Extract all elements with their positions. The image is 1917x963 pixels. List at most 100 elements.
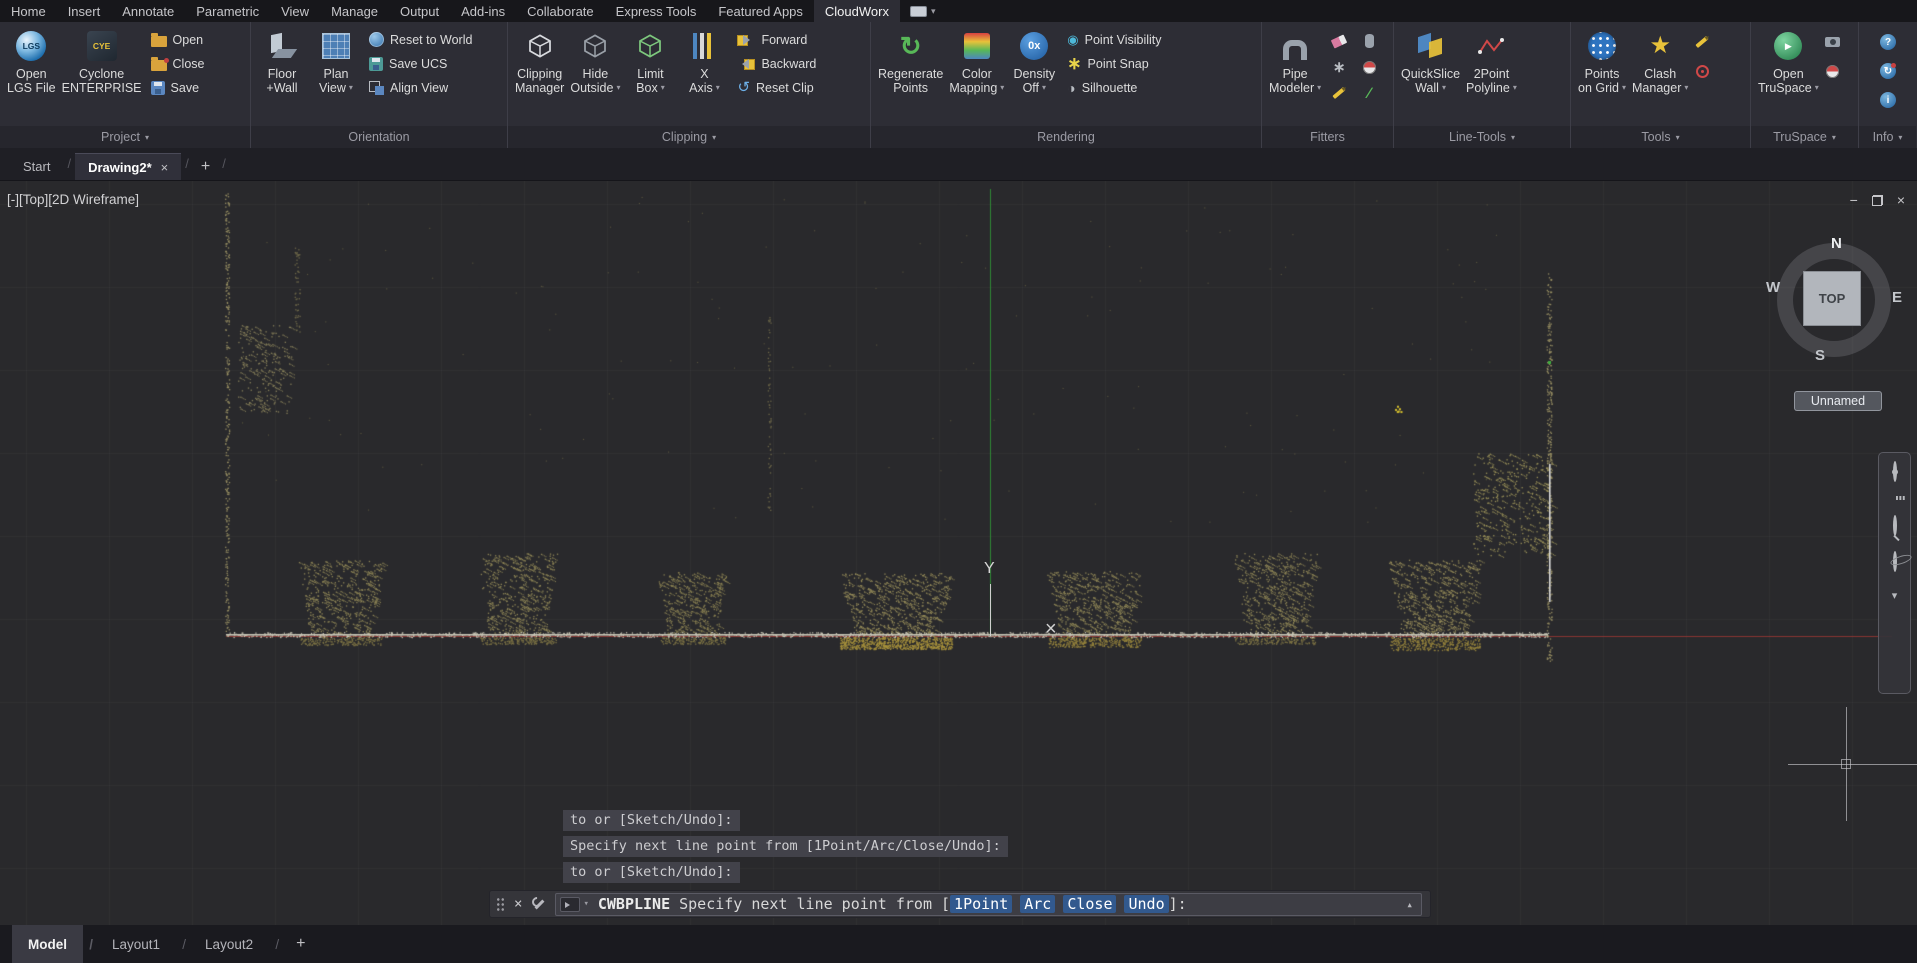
viewcube-north[interactable]: N (1831, 235, 1842, 252)
panel-label-text: Orientation (348, 130, 409, 144)
command-option-button[interactable]: Close (1063, 895, 1116, 913)
fit-settings-button[interactable]: ∗ (1328, 57, 1350, 77)
menu-tab[interactable]: Home (0, 0, 57, 22)
command-option-button[interactable]: 1Point (950, 895, 1012, 913)
floor-wall-button[interactable]: Floor +Wall (255, 24, 309, 124)
panel-label-fitters[interactable]: Fitters (1262, 126, 1393, 148)
menu-tab[interactable]: CloudWorx (814, 0, 900, 22)
x-axis-clip-button[interactable]: X Axis▾ (677, 24, 731, 124)
fit-sphere-button[interactable] (1358, 57, 1380, 77)
command-history-up-icon[interactable]: ▴ (1406, 898, 1413, 911)
save-ucs-button[interactable]: Save UCS (369, 55, 472, 72)
panel-label-truspace[interactable]: TruSpace ▾ (1751, 126, 1858, 148)
fit-pencil-button[interactable] (1328, 83, 1350, 103)
new-layout-button[interactable]: + (288, 935, 313, 953)
close-project-button[interactable]: Close (151, 55, 205, 72)
panel-label-info[interactable]: Info ▾ (1859, 126, 1916, 148)
recent-commands-button[interactable] (560, 897, 580, 912)
orbit-icon[interactable] (1893, 553, 1897, 571)
minimize-window-icon[interactable]: − (1850, 192, 1858, 208)
viewcube-south[interactable]: S (1815, 347, 1825, 364)
point-snap-button[interactable]: ∗ Point Snap (1067, 55, 1161, 72)
limit-box-button[interactable]: Limit Box▾ (623, 24, 677, 124)
menu-tab[interactable]: Featured Apps (707, 0, 814, 22)
fit-line-button[interactable]: ∕ (1358, 83, 1380, 103)
fit-cylinder-button[interactable] (1358, 31, 1380, 51)
density-off-button[interactable]: 0x Density Off▾ (1007, 24, 1061, 124)
cyclone-enterprise-button[interactable]: CYE Cyclone ENTERPRISE (59, 24, 145, 124)
clip-backward-button[interactable]: Backward (737, 55, 816, 72)
annotate-tool-button[interactable] (1691, 32, 1713, 52)
viewport-view-control[interactable]: [Top] (19, 192, 48, 207)
file-tab-start[interactable]: Start (10, 153, 63, 180)
save-project-button[interactable]: Save (151, 79, 205, 96)
target-tool-button[interactable] (1691, 61, 1713, 81)
reset-to-world-button[interactable]: Reset to World (369, 31, 472, 48)
open-lgs-file-button[interactable]: LGS Open LGS File (4, 24, 59, 124)
layout-tab[interactable]: Layout1 (96, 925, 176, 963)
layout-tab[interactable]: Layout2 (189, 925, 269, 963)
customize-wrench-icon[interactable] (531, 897, 546, 912)
two-point-polyline-button[interactable]: 2Point Polyline▾ (1463, 24, 1520, 124)
regenerate-points-button[interactable]: ↻ Regenerate Points (875, 24, 946, 124)
color-mapping-button[interactable]: Color Mapping▾ (946, 24, 1007, 124)
help-button[interactable]: ? (1877, 32, 1899, 52)
points-on-grid-button[interactable]: Points on Grid▾ (1575, 24, 1629, 124)
file-tab-drawing2[interactable]: Drawing2* × (75, 153, 181, 180)
plan-view-button[interactable]: Plan View▾ (309, 24, 363, 124)
silhouette-button[interactable]: ◑ Silhouette (1067, 79, 1161, 96)
pipe-modeler-button[interactable]: Pipe Modeler▾ (1266, 24, 1324, 124)
panel-label-orientation[interactable]: Orientation (251, 126, 507, 148)
viewport-menu-control[interactable]: [-] (7, 192, 19, 207)
command-option-button[interactable]: Arc (1020, 895, 1055, 913)
menu-tab[interactable]: Output (389, 0, 450, 22)
hide-outside-button[interactable]: Hide Outside▾ (567, 24, 623, 124)
about-button[interactable]: i (1877, 90, 1899, 110)
align-view-button[interactable]: Align View (369, 79, 472, 96)
command-input[interactable]: ▾ CWBPLINE Specify next line point from … (555, 893, 1422, 916)
zoom-icon[interactable] (1893, 517, 1897, 535)
panel-label-rendering[interactable]: Rendering (871, 126, 1261, 148)
command-option-button[interactable]: Undo (1124, 895, 1168, 913)
point-visibility-button[interactable]: ◉ Point Visibility (1067, 31, 1161, 48)
menu-tab[interactable]: Manage (320, 0, 389, 22)
close-window-icon[interactable]: × (1897, 192, 1905, 208)
menu-tab[interactable]: Insert (57, 0, 112, 22)
menu-tab[interactable]: Collaborate (516, 0, 605, 22)
clipping-manager-button[interactable]: Clipping Manager (512, 24, 567, 124)
open-project-button[interactable]: Open (151, 31, 205, 48)
viewcube-west[interactable]: W (1766, 279, 1780, 296)
clip-forward-button[interactable]: Forward (737, 31, 816, 48)
navbar-menu-icon[interactable]: ▾ (1892, 589, 1898, 602)
menu-tab[interactable]: Annotate (111, 0, 185, 22)
eraser-tool-button[interactable] (1328, 31, 1350, 51)
new-drawing-button[interactable]: + (193, 153, 218, 180)
ribbon-display-toggle[interactable]: ▾ (900, 0, 946, 22)
layout-tab[interactable]: Model (12, 925, 83, 963)
drag-grip-icon[interactable] (496, 897, 505, 912)
panel-label-tools[interactable]: Tools ▾ (1571, 126, 1750, 148)
check-updates-button[interactable]: ↻ (1877, 61, 1899, 81)
truspace-sync-button[interactable] (1822, 61, 1844, 81)
open-truspace-button[interactable]: ▶ Open TruSpace▾ (1755, 24, 1822, 124)
truspace-camera-button[interactable] (1822, 32, 1844, 52)
panel-label-line-tools[interactable]: Line-Tools ▾ (1394, 126, 1570, 148)
restore-window-icon[interactable] (1872, 195, 1883, 206)
viewport-visual-style-control[interactable]: [2D Wireframe] (48, 192, 139, 207)
panel-label-clipping[interactable]: Clipping ▾ (508, 126, 870, 148)
ucs-selector-button[interactable]: Unnamed (1794, 391, 1882, 411)
close-tab-icon[interactable]: × (161, 160, 169, 175)
clash-manager-button[interactable]: ★ Clash Manager▾ (1629, 24, 1691, 124)
menu-tab[interactable]: Parametric (185, 0, 270, 22)
quickslice-wall-button[interactable]: QuickSlice Wall▾ (1398, 24, 1463, 124)
full-navigation-wheel-icon[interactable] (1893, 463, 1897, 481)
menu-tab[interactable]: Express Tools (605, 0, 708, 22)
panel-label-project[interactable]: Project ▾ (0, 126, 250, 148)
viewcube-top-face[interactable]: TOP (1803, 271, 1861, 326)
menu-tab[interactable]: View (270, 0, 320, 22)
close-command-icon[interactable]: × (514, 896, 522, 912)
viewcube-east[interactable]: E (1892, 289, 1902, 306)
menu-tab[interactable]: Add-ins (450, 0, 516, 22)
reset-clip-button[interactable]: ↺ Reset Clip (737, 79, 816, 96)
model-viewport[interactable]: [-] [Top] [2D Wireframe] − × N W S E TOP… (0, 181, 1917, 925)
